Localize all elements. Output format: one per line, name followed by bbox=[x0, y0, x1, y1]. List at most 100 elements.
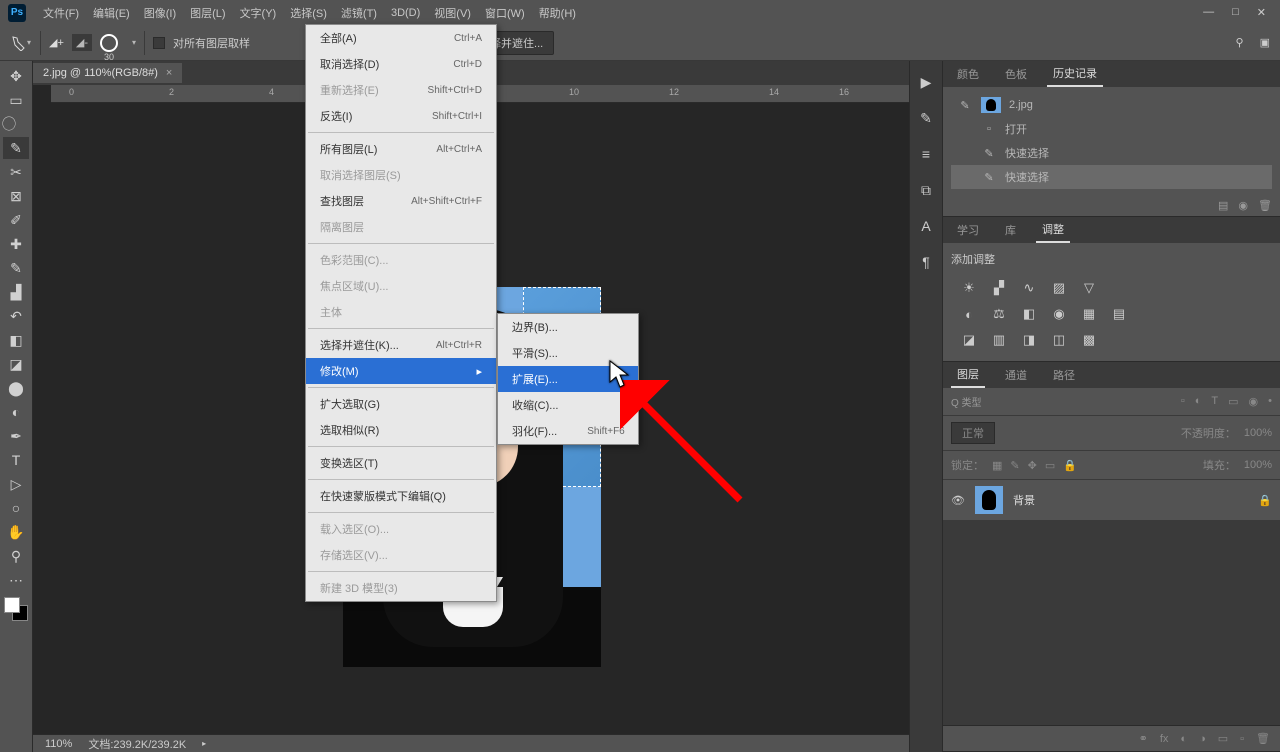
tab-adjustments[interactable]: 调整 bbox=[1036, 217, 1070, 243]
history-newdoc-icon[interactable]: ▤ bbox=[1218, 199, 1228, 212]
workspace-icon[interactable]: ▣ bbox=[1260, 36, 1270, 49]
filter-adjust-icon[interactable]: ◐ bbox=[1195, 395, 1202, 408]
adj-hue-icon[interactable]: ◐ bbox=[959, 305, 979, 323]
menu-item[interactable]: 取消选择(D)Ctrl+D bbox=[306, 51, 496, 77]
history-delete-icon[interactable]: 🗑 bbox=[1258, 199, 1272, 212]
adj-curves-icon[interactable]: ∿ bbox=[1019, 279, 1039, 297]
healing-tool[interactable]: ✚ bbox=[3, 233, 29, 255]
fx-icon[interactable]: fx bbox=[1160, 733, 1169, 745]
menu-filter[interactable]: 滤镜(T) bbox=[334, 1, 384, 25]
layer-thumbnail[interactable] bbox=[975, 486, 1003, 514]
sample-all-checkbox[interactable] bbox=[153, 37, 165, 49]
frame-tool[interactable]: ⊠ bbox=[3, 185, 29, 207]
tab-history[interactable]: 历史记录 bbox=[1047, 61, 1103, 87]
zoom-level[interactable]: 110% bbox=[45, 738, 72, 750]
menu-window[interactable]: 窗口(W) bbox=[478, 1, 532, 25]
lock-paint-icon[interactable]: ✎ bbox=[1010, 459, 1019, 472]
tab-swatches[interactable]: 色板 bbox=[999, 62, 1033, 86]
adj-vibrance-icon[interactable]: ▽ bbox=[1079, 279, 1099, 297]
menu-item[interactable]: 在快速蒙版模式下编辑(Q) bbox=[306, 483, 496, 509]
maximize-button[interactable]: □ bbox=[1232, 6, 1239, 19]
active-tool-icon[interactable]: ▾ bbox=[10, 32, 32, 54]
layer-name[interactable]: 背景 bbox=[1013, 492, 1035, 508]
brush-preview-icon[interactable] bbox=[100, 34, 118, 52]
menu-item[interactable]: 反选(I)Shift+Ctrl+I bbox=[306, 103, 496, 129]
tab-channels[interactable]: 通道 bbox=[999, 363, 1033, 387]
paragraph-panel-icon[interactable]: ¶ bbox=[915, 251, 937, 273]
adj-brightness-icon[interactable]: ☀ bbox=[959, 279, 979, 297]
menu-image[interactable]: 图像(I) bbox=[137, 1, 183, 25]
submenu-item[interactable]: 羽化(F)...Shift+F6 bbox=[498, 418, 638, 444]
submenu-item[interactable]: 收缩(C)... bbox=[498, 392, 638, 418]
fill-value[interactable]: 100% bbox=[1244, 459, 1272, 471]
menu-layer[interactable]: 图层(L) bbox=[183, 1, 232, 25]
color-swatches[interactable] bbox=[4, 597, 28, 621]
clone-panel-icon[interactable]: ⧉ bbox=[915, 179, 937, 201]
adj-levels-icon[interactable]: ▞ bbox=[989, 279, 1009, 297]
lock-trans-icon[interactable]: ▦ bbox=[992, 459, 1002, 472]
close-tab-icon[interactable]: × bbox=[166, 67, 172, 79]
brush-mode-add-icon[interactable]: ◢+ bbox=[49, 36, 64, 49]
new-group-icon[interactable]: ▭ bbox=[1218, 732, 1228, 745]
hand-tool[interactable]: ✋ bbox=[3, 521, 29, 543]
brushes-panel-icon[interactable]: ≡ bbox=[915, 143, 937, 165]
lock-pos-icon[interactable]: ✥ bbox=[1028, 459, 1037, 472]
history-step-active[interactable]: ✎ 快速选择 bbox=[951, 165, 1272, 189]
marquee-tool[interactable]: ▭ bbox=[3, 89, 29, 111]
quick-select-tool[interactable]: ✎ bbox=[3, 137, 29, 159]
link-icon[interactable]: ⚭ bbox=[1139, 732, 1148, 745]
opacity-value[interactable]: 100% bbox=[1244, 427, 1272, 439]
document-tab[interactable]: 2.jpg @ 110%(RGB/8#) × bbox=[33, 63, 182, 83]
tab-color[interactable]: 颜色 bbox=[951, 62, 985, 86]
menu-item[interactable]: 选择并遮住(K)...Alt+Ctrl+R bbox=[306, 332, 496, 358]
tab-libraries[interactable]: 库 bbox=[999, 218, 1022, 242]
pen-tool[interactable]: ✒ bbox=[3, 425, 29, 447]
dodge-tool[interactable]: ◐ bbox=[3, 401, 29, 423]
search-icon[interactable]: ⚲ bbox=[1236, 36, 1244, 49]
history-brush-tool[interactable]: ↶ bbox=[3, 305, 29, 327]
crop-tool[interactable]: ✂ bbox=[3, 161, 29, 183]
menu-edit[interactable]: 编辑(E) bbox=[86, 1, 137, 25]
brush-tool[interactable]: ✎ bbox=[3, 257, 29, 279]
gradient-tool[interactable]: ◪ bbox=[3, 353, 29, 375]
minimize-button[interactable]: — bbox=[1203, 6, 1214, 19]
filter-smart-icon[interactable]: ◉ bbox=[1249, 395, 1259, 408]
adj-invert-icon[interactable]: ◪ bbox=[959, 331, 979, 349]
menu-help[interactable]: 帮助(H) bbox=[532, 1, 583, 25]
delete-layer-icon[interactable]: 🗑 bbox=[1256, 732, 1270, 745]
history-step[interactable]: ✎ 快速选择 bbox=[951, 141, 1272, 165]
path-select-tool[interactable]: ▷ bbox=[3, 473, 29, 495]
adj-bw-icon[interactable]: ◧ bbox=[1019, 305, 1039, 323]
zoom-tool[interactable]: ⚲ bbox=[3, 545, 29, 567]
menu-item[interactable]: 扩大选取(G) bbox=[306, 391, 496, 417]
menu-item[interactable]: 变换选区(T) bbox=[306, 450, 496, 476]
new-adj-icon[interactable]: ◑ bbox=[1199, 733, 1206, 745]
lock-all-icon[interactable]: 🔒 bbox=[1063, 459, 1077, 472]
close-button[interactable]: ✕ bbox=[1257, 6, 1266, 19]
filter-toggle-icon[interactable]: • bbox=[1268, 395, 1272, 408]
menu-item[interactable]: 查找图层Alt+Shift+Ctrl+F bbox=[306, 188, 496, 214]
adj-gradient-icon[interactable]: ◫ bbox=[1049, 331, 1069, 349]
layer-row[interactable]: 👁 背景 🔒 bbox=[943, 480, 1280, 521]
mask-icon[interactable]: ◐ bbox=[1180, 733, 1187, 745]
adj-posterize-icon[interactable]: ▥ bbox=[989, 331, 1009, 349]
adj-threshold-icon[interactable]: ◨ bbox=[1019, 331, 1039, 349]
adj-balance-icon[interactable]: ⚖ bbox=[989, 305, 1009, 323]
visibility-icon[interactable]: 👁 bbox=[951, 494, 965, 507]
menu-item[interactable]: 所有图层(L)Alt+Ctrl+A bbox=[306, 136, 496, 162]
menu-3d[interactable]: 3D(D) bbox=[384, 3, 427, 23]
menu-item[interactable]: 修改(M)▸ bbox=[306, 358, 496, 384]
blur-tool[interactable]: ⬤ bbox=[3, 377, 29, 399]
history-source[interactable]: ✎ 2.jpg bbox=[951, 93, 1272, 117]
blend-mode-select[interactable]: 正常 bbox=[951, 422, 995, 444]
type-tool[interactable]: T bbox=[3, 449, 29, 471]
tab-learn[interactable]: 学习 bbox=[951, 218, 985, 242]
submenu-item[interactable]: 边界(B)... bbox=[498, 314, 638, 340]
menu-item[interactable]: 全部(A)Ctrl+A bbox=[306, 25, 496, 51]
eraser-tool[interactable]: ◧ bbox=[3, 329, 29, 351]
stamp-tool[interactable]: ▟ bbox=[3, 281, 29, 303]
edit-toolbar[interactable]: ⋯ bbox=[3, 569, 29, 591]
character-panel-icon[interactable]: A bbox=[915, 215, 937, 237]
lock-artb-icon[interactable]: ▭ bbox=[1045, 459, 1055, 472]
filter-image-icon[interactable]: ▫ bbox=[1181, 395, 1185, 408]
